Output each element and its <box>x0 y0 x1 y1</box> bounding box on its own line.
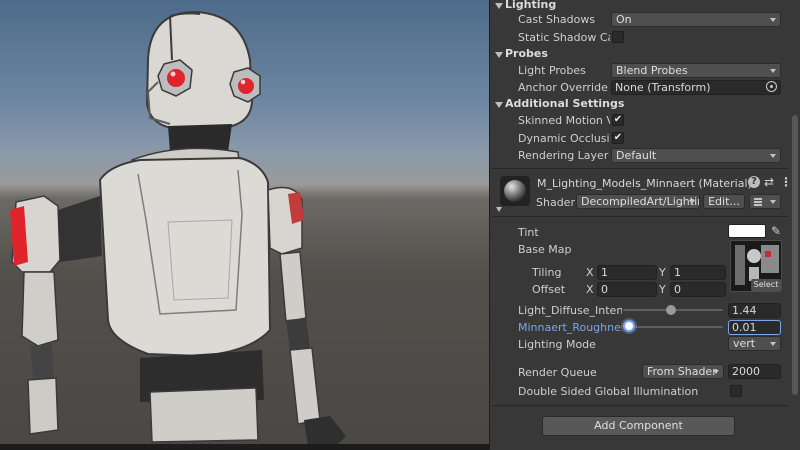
light-diffuse-intensity-field[interactable]: 1.44 <box>728 303 781 318</box>
shader-dropdown[interactable]: DecompiledArt/Lightin <box>576 194 700 209</box>
light-probes-dropdown[interactable]: Blend Probes <box>611 63 781 78</box>
light-diffuse-intensity-label: Light_Diffuse_Intensit <box>518 304 622 317</box>
offset-x-label: X <box>586 283 594 296</box>
anchor-override-field[interactable]: None (Transform) <box>611 80 781 95</box>
tiling-y-label: Y <box>659 266 666 279</box>
texture-select-button[interactable]: Select <box>751 279 781 291</box>
anchor-override-label: Anchor Override <box>518 81 608 94</box>
inspector-scrollbar[interactable] <box>792 115 798 395</box>
tiling-label: Tiling <box>532 266 562 279</box>
tiling-x-field[interactable]: 1 <box>597 265 657 280</box>
robot-torso <box>98 156 272 384</box>
add-component-button[interactable]: Add Component <box>542 416 735 436</box>
offset-label: Offset <box>532 283 566 296</box>
static-shadow-caster-checkbox[interactable] <box>612 31 624 43</box>
tint-color-swatch[interactable] <box>728 224 766 238</box>
minnaert-roughness-label: Minnaert_Roughness <box>518 321 622 334</box>
section-header-lighting[interactable]: Lighting <box>505 0 556 11</box>
static-shadow-caster-label: Static Shadow Cas <box>518 31 610 44</box>
robot-eye-left <box>157 59 193 97</box>
cast-shadows-label: Cast Shadows <box>518 13 596 26</box>
robot-arm-right <box>267 186 346 446</box>
tint-label: Tint <box>518 226 539 239</box>
light-diffuse-intensity-slider-knob[interactable] <box>666 305 676 315</box>
dynamic-occlusion-checkbox[interactable]: ✔ <box>612 132 624 144</box>
tiling-x-label: X <box>586 266 594 279</box>
shader-edit-button[interactable]: Edit... <box>703 194 745 209</box>
section-header-probes[interactable]: Probes <box>505 47 548 60</box>
light-probes-label: Light Probes <box>518 64 586 77</box>
triangle-down-icon[interactable] <box>495 3 503 9</box>
double-sided-gi-checkbox[interactable] <box>730 385 742 397</box>
render-queue-field[interactable]: 2000 <box>728 364 781 379</box>
robot-model <box>10 10 346 446</box>
render-queue-label: Render Queue <box>518 366 597 379</box>
material-name: M_Lighting_Models_Minnaert (Material) <box>537 177 752 190</box>
base-map-label: Base Map <box>518 243 572 256</box>
robot-eye-right <box>229 67 261 103</box>
shader-label: Shader <box>536 196 575 209</box>
offset-y-field[interactable]: 0 <box>670 282 726 297</box>
scene-viewport[interactable] <box>0 0 489 450</box>
eyedropper-icon[interactable]: ✎ <box>771 224 781 238</box>
offset-y-label: Y <box>659 283 666 296</box>
minnaert-roughness-field[interactable]: 0.01 <box>728 320 781 335</box>
triangle-down-icon[interactable] <box>495 52 503 58</box>
lighting-mode-dropdown[interactable]: vert <box>728 336 781 351</box>
preset-sliders-icon[interactable]: ⇄ <box>764 175 776 189</box>
robot-arm-left <box>10 195 102 435</box>
minnaert-roughness-slider-knob[interactable] <box>623 320 635 332</box>
dynamic-occlusion-label: Dynamic Occlusion <box>518 132 610 145</box>
triangle-down-icon[interactable] <box>495 102 503 108</box>
inspector-panel[interactable]: Lighting Cast Shadows On Static Shadow C… <box>489 0 800 450</box>
material-preview-icon <box>500 176 530 206</box>
section-divider <box>492 168 788 169</box>
help-icon[interactable]: ? <box>748 176 760 188</box>
section-divider <box>492 216 788 217</box>
section-divider <box>492 405 788 406</box>
minnaert-roughness-slider[interactable] <box>623 326 723 328</box>
render-queue-source-dropdown[interactable]: From Shader <box>642 364 724 379</box>
section-header-additional-settings[interactable]: Additional Settings <box>505 97 624 110</box>
skinned-motion-vectors-label: Skinned Motion Ve <box>518 114 610 127</box>
lighting-mode-label: Lighting Mode <box>518 338 596 351</box>
offset-x-field[interactable]: 0 <box>597 282 657 297</box>
viewport-bottom-bar <box>0 444 489 450</box>
tiling-y-field[interactable]: 1 <box>670 265 726 280</box>
object-picker-icon[interactable] <box>766 81 777 92</box>
base-map-texture-slot[interactable]: Select <box>730 240 782 292</box>
rendering-layer-mask-dropdown[interactable]: Default <box>611 148 781 163</box>
skinned-motion-vectors-checkbox[interactable]: ✔ <box>612 114 624 126</box>
double-sided-gi-label: Double Sided Global Illumination <box>518 385 699 398</box>
cast-shadows-dropdown[interactable]: On <box>611 12 781 27</box>
triangle-down-icon[interactable] <box>496 207 502 212</box>
rendering-layer-mask-label: Rendering Layer M <box>518 149 610 162</box>
kebab-menu-icon[interactable]: ⋮ <box>780 175 792 189</box>
list-icon[interactable] <box>749 194 781 209</box>
